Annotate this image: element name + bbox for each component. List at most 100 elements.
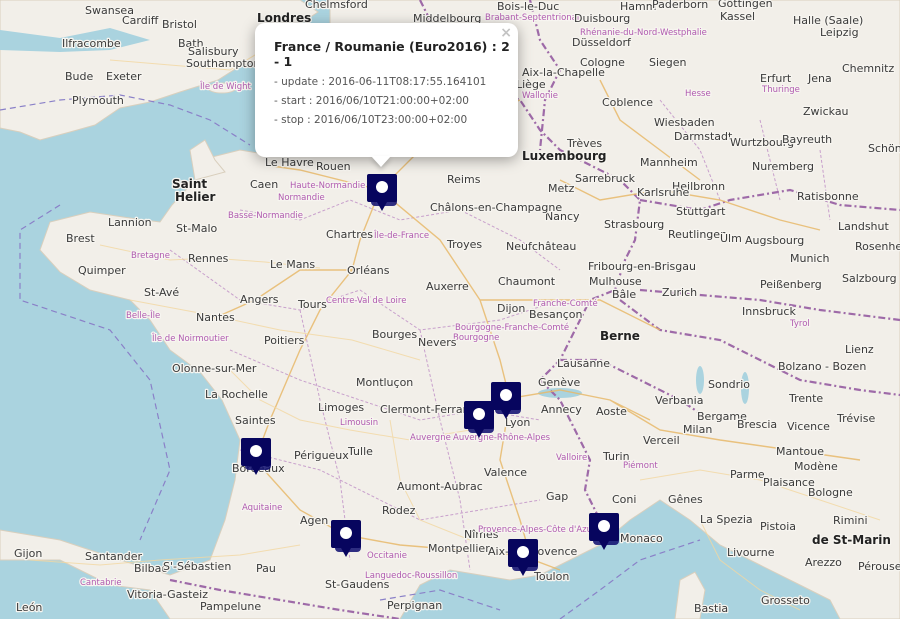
marker-saint-etienne[interactable]: [463, 399, 495, 441]
label-ile-wight: Île de Wight: [199, 80, 251, 92]
label-nevers: Nevers: [418, 336, 457, 349]
label-chelmsford: Chelmsford: [305, 0, 368, 11]
label-st-ave: St-Avé: [144, 286, 179, 299]
label-ilfracombe: Ilfracombe: [62, 37, 121, 50]
label-gap: Gap: [546, 490, 568, 503]
label-paca: Provence-Alpes-Côte d'Azur: [478, 524, 596, 535]
label-troyes: Troyes: [446, 238, 482, 251]
label-erfurt: Erfurt: [760, 72, 792, 85]
label-bastia: Bastia: [694, 602, 728, 615]
label-agen: Agen: [300, 514, 328, 527]
label-cvl: Centre-Val de Loire: [326, 296, 406, 306]
label-saint: Saint: [172, 177, 207, 191]
label-franche-comte: Franche-Comté: [533, 298, 598, 309]
map-pin-icon: [241, 438, 271, 475]
popup-start: - start : 2016/06/10T21:00:00+02:00: [274, 95, 469, 107]
label-valence: Valence: [484, 466, 527, 479]
label-st-sebastien: S'-Sébastien: [163, 560, 231, 573]
label-la-spezia: La Spezia: [700, 513, 753, 526]
label-chemnitz: Chemnitz: [842, 62, 894, 75]
label-brescia: Brescia: [737, 418, 777, 431]
label-reutlingen: Reutlingen: [668, 228, 727, 241]
label-strasbourg: Strasbourg: [604, 218, 664, 231]
label-vicence: Vicence: [787, 420, 830, 433]
label-milan: Milan: [683, 423, 712, 436]
marker-nice[interactable]: [588, 511, 620, 553]
label-piemont: Piémont: [623, 460, 658, 471]
label-dijon: Dijon: [497, 302, 525, 315]
label-munich: Munich: [790, 252, 830, 265]
label-montpellier: Montpellier: [428, 542, 490, 555]
label-trente: Trente: [788, 392, 823, 405]
label-metz: Metz: [548, 182, 575, 195]
label-bude: Bude: [65, 70, 94, 83]
label-genes: Gênes: [668, 493, 703, 506]
label-livourne: Livourne: [727, 546, 775, 559]
label-chaumont: Chaumont: [498, 275, 556, 288]
label-innsbruck: Innsbruck: [742, 305, 796, 318]
label-thuringe: Thuringe: [761, 85, 800, 95]
label-belle-ile: Belle-Île: [126, 309, 160, 321]
label-helier: Helier: [175, 190, 216, 204]
label-wallonie: Wallonie: [522, 91, 558, 101]
label-la-rochelle: La Rochelle: [205, 388, 268, 401]
marker-bordeaux[interactable]: [240, 436, 272, 478]
marker-paris[interactable]: [366, 172, 398, 214]
label-bourges: Bourges: [372, 328, 417, 341]
popup-close-button[interactable]: ×: [500, 26, 512, 40]
label-parme: Parme: [730, 468, 765, 481]
marker-toulouse[interactable]: [330, 518, 362, 560]
label-zwickau: Zwickau: [803, 105, 849, 118]
label-siegen: Siegen: [649, 56, 687, 69]
label-monaco: Monaco: [620, 532, 663, 545]
label-cuneo: Coni: [612, 493, 636, 506]
label-nuremberg: Nuremberg: [752, 160, 814, 173]
label-liege: Liège: [516, 78, 546, 91]
map-pin-icon: [331, 520, 361, 557]
label-auvergne: Auvergne: [410, 433, 451, 443]
label-sondrio: Sondrio: [708, 378, 750, 391]
label-quimper: Quimper: [78, 264, 126, 277]
label-ile-de-france: Île-de-France: [373, 229, 429, 241]
label-rimini: Rimini: [833, 514, 868, 527]
label-leipzig: Leipzig: [820, 26, 859, 39]
label-brabant: Brabant-Septentrional: [485, 13, 579, 23]
label-tyrol: Tyrol: [789, 319, 810, 329]
label-lausanne: Lausanne: [557, 357, 610, 370]
label-wiesbaden: Wiesbaden: [654, 116, 715, 129]
label-limousin: Limousin: [340, 418, 378, 428]
label-dusseldorf: Düsseldorf: [572, 36, 632, 49]
label-caen: Caen: [250, 178, 278, 191]
label-noirmoutier: Île de Noirmoutier: [151, 332, 229, 344]
label-le-mans: Le Mans: [270, 258, 315, 271]
label-st-gaudens: St-Gaudens: [325, 578, 390, 591]
label-cardiff: Cardiff: [122, 14, 159, 27]
label-bologne: Bologne: [808, 486, 853, 499]
label-verceil: Verceil: [643, 434, 680, 447]
popup-tip: [371, 156, 391, 167]
label-trevise: Trévise: [836, 412, 875, 425]
label-leon: León: [16, 601, 42, 614]
label-rodez: Rodez: [382, 504, 416, 517]
label-angers: Angers: [240, 293, 279, 306]
label-annecy: Annecy: [541, 403, 582, 416]
label-lienz: Lienz: [845, 343, 874, 356]
label-auxerre: Auxerre: [426, 280, 469, 293]
label-jena: Jena: [807, 72, 832, 85]
label-pistoia: Pistoia: [760, 520, 796, 533]
label-geneve: Genève: [538, 376, 581, 389]
label-berne: Berne: [600, 329, 640, 343]
label-karlsruhe: Karlsruhe: [637, 186, 690, 199]
label-limoges: Limoges: [318, 401, 364, 414]
label-arezzo: Arezzo: [805, 556, 842, 569]
label-hesse: Hesse: [685, 89, 711, 99]
label-darmstadt: Darmstadt: [674, 130, 733, 143]
label-duisbourg: Duisbourg: [574, 12, 630, 25]
label-fribourg: Fribourg-en-Brisgau: [588, 260, 696, 273]
label-mulhouse: Mulhouse: [589, 275, 642, 288]
label-bristol: Bristol: [162, 18, 197, 31]
marker-marseille[interactable]: [507, 537, 539, 579]
label-saintes: Saintes: [235, 414, 276, 427]
label-perpignan: Perpignan: [387, 599, 442, 612]
label-landshut: Landshut: [838, 220, 889, 233]
